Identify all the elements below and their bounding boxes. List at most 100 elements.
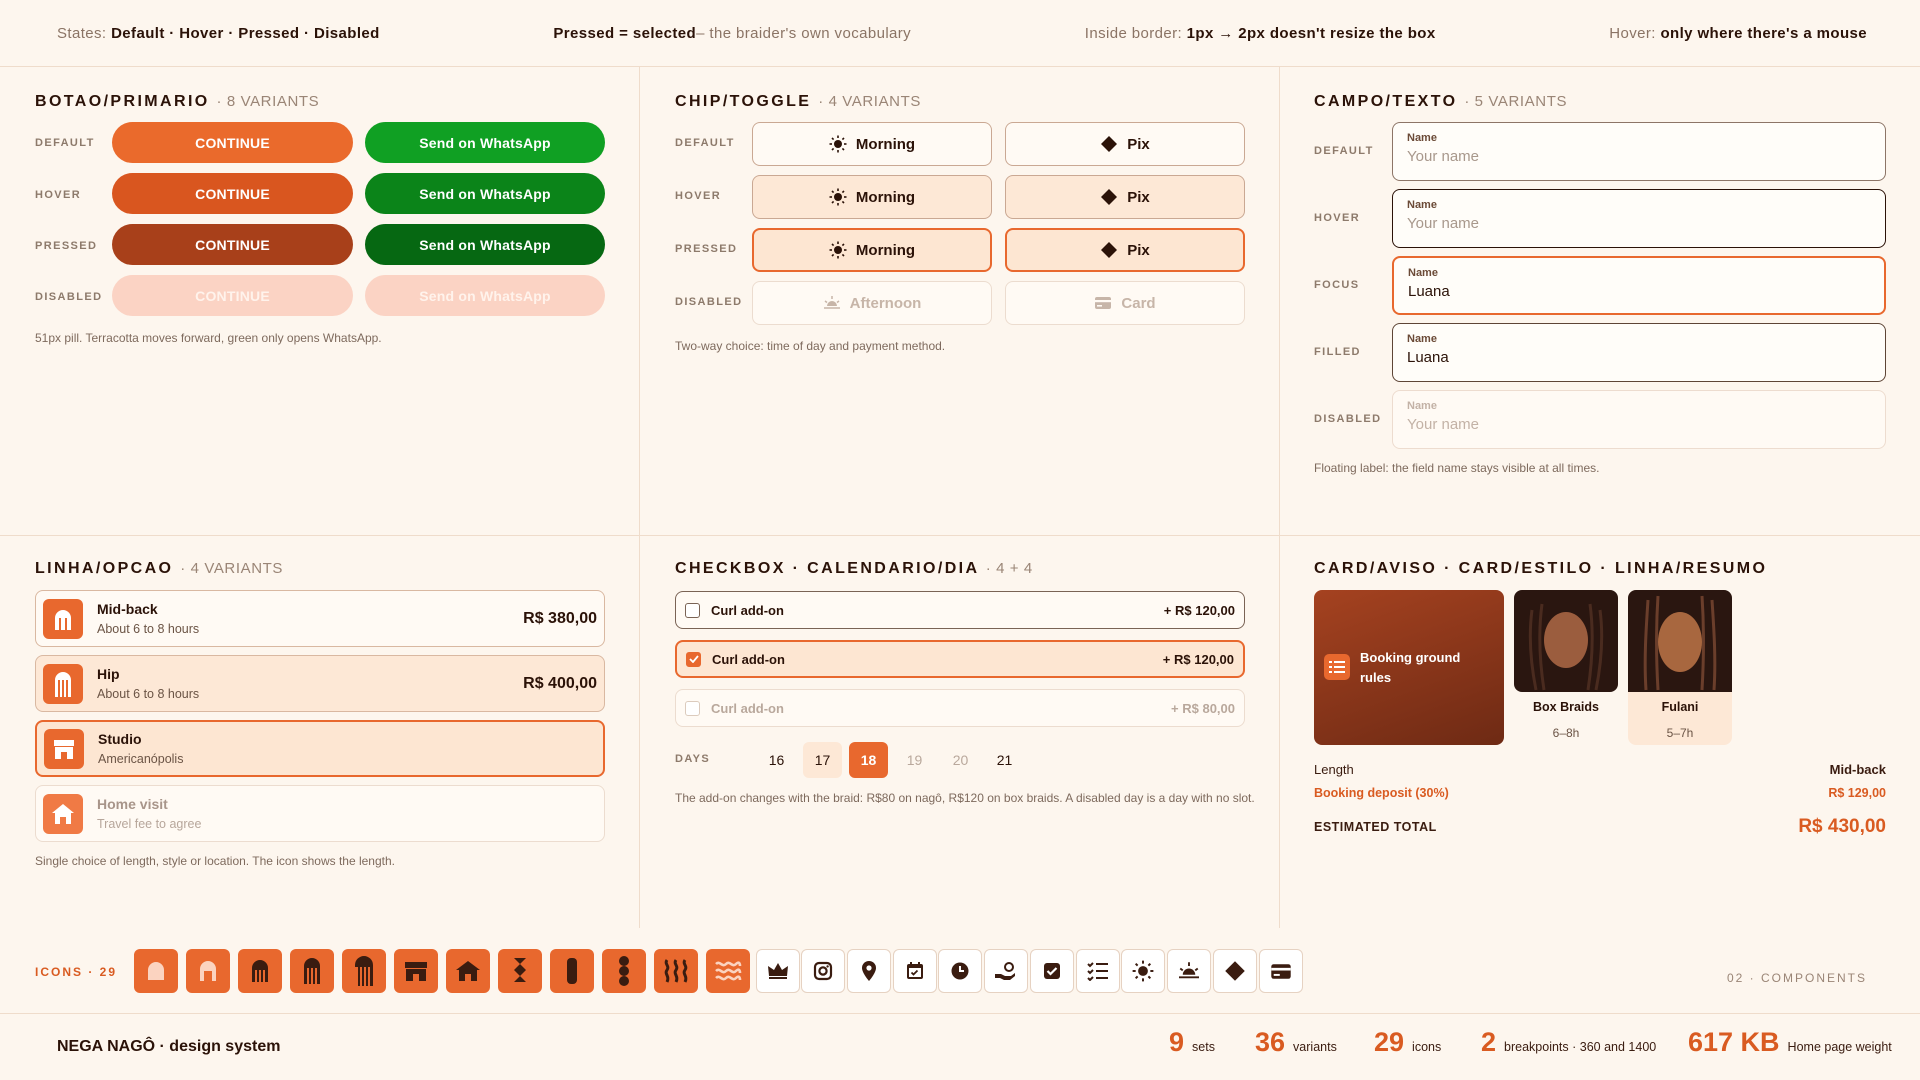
- chip-afternoon-disabled: Afternoon: [752, 281, 992, 325]
- whatsapp-button[interactable]: Send on WhatsApp: [365, 122, 605, 163]
- section-title: LINHA/OPCAO · 4 VARIANTS: [35, 560, 284, 577]
- location-pin-icon: [847, 949, 891, 993]
- brand-name: NEGA NAGÔ · design system: [57, 1038, 281, 1055]
- sunset-icon: [823, 296, 840, 309]
- option-price: R$ 400,00: [523, 674, 597, 692]
- day-button-hover[interactable]: 17: [803, 742, 842, 778]
- list-icon: [1324, 654, 1350, 680]
- summary-row-total: ESTIMATED TOTAL R$ 430,00: [1314, 816, 1886, 838]
- addon-checkbox[interactable]: Curl add-on + R$ 120,00: [675, 591, 1245, 629]
- aviso-text: Booking ground rules: [1360, 650, 1461, 685]
- option-row-mid-back[interactable]: Mid-back About 6 to 8 hours R$ 380,00: [35, 590, 605, 647]
- row-label: DEFAULT: [1314, 145, 1374, 157]
- pix-icon: [1213, 949, 1257, 993]
- pix-icon: [1101, 136, 1118, 152]
- divider: [1279, 67, 1280, 928]
- chip-morning-hover[interactable]: Morning: [752, 175, 992, 219]
- field-label: Name: [1407, 132, 1437, 144]
- summary-value: Mid-back: [1829, 762, 1886, 777]
- section-title: BOTAO/PRIMARIO · 8 VARIANTS: [35, 93, 320, 110]
- option-row-studio[interactable]: Studio Americanópolis: [35, 720, 605, 777]
- curl-icon: [706, 949, 750, 993]
- pix-icon: [1101, 242, 1118, 258]
- name-field-hover[interactable]: Name Your name: [1392, 189, 1886, 248]
- states-note: States: Default · Hover · Pressed · Disa…: [57, 24, 380, 42]
- option-subtitle: About 6 to 8 hours: [97, 687, 200, 701]
- field-placeholder: Your name: [1407, 416, 1479, 433]
- chip-morning[interactable]: Morning: [752, 122, 992, 166]
- chip-morning-pressed[interactable]: Morning: [752, 228, 992, 272]
- checkbox-box[interactable]: [685, 602, 700, 618]
- crown-icon: [756, 949, 800, 993]
- chip-pix-pressed[interactable]: Pix: [1005, 228, 1245, 272]
- whatsapp-button-pressed[interactable]: Send on WhatsApp: [365, 224, 605, 265]
- chip-section: CHIP/TOGGLE · 4 VARIANTS DEFAULT HOVER P…: [675, 93, 1245, 513]
- hover-note: Hover: only where there's a mouse: [1609, 24, 1867, 42]
- day-button-disabled: 20: [952, 752, 969, 768]
- chip-pix-hover[interactable]: Pix: [1005, 175, 1245, 219]
- divider: [639, 67, 640, 928]
- field-placeholder: Your name: [1407, 148, 1479, 165]
- chip-label: Morning: [855, 188, 916, 206]
- twist-icon: [550, 949, 594, 993]
- length-mid-back-icon: [290, 949, 334, 993]
- name-field-filled[interactable]: Name Luana: [1392, 323, 1886, 382]
- checkbox-box[interactable]: [686, 651, 701, 667]
- continue-button-pressed[interactable]: CONTINUE: [112, 224, 353, 265]
- clock-icon: [938, 949, 982, 993]
- name-field[interactable]: Name Your name: [1392, 122, 1886, 181]
- botao-section: BOTAO/PRIMARIO · 8 VARIANTS DEFAULT HOVE…: [35, 93, 605, 513]
- chip-label: Pix: [1127, 241, 1150, 259]
- checkbox-price: + R$ 80,00: [1171, 700, 1235, 716]
- length-hip-icon: [43, 663, 83, 704]
- stat-page-weight: 617 KB Home page weight: [1688, 1027, 1892, 1057]
- option-subtitle: Americanópolis: [98, 752, 184, 766]
- chip-label: Afternoon: [849, 294, 922, 312]
- field-label: Name: [1407, 400, 1437, 412]
- section-title: CAMPO/TEXTO · 5 VARIANTS: [1314, 93, 1568, 110]
- continue-button-hover[interactable]: CONTINUE: [112, 173, 353, 214]
- length-chin-icon: [186, 949, 230, 993]
- addon-checkbox-disabled: Curl add-on + R$ 80,00: [675, 689, 1245, 727]
- knotless-icon: [602, 949, 646, 993]
- instagram-icon: [801, 949, 845, 993]
- summary-value: R$ 129,00: [1828, 786, 1886, 800]
- checkbox-icon: [1030, 949, 1074, 993]
- divider: [0, 535, 1920, 536]
- section-note: Single choice of length, style or locati…: [35, 854, 395, 868]
- day-button[interactable]: 21: [985, 742, 1024, 778]
- row-label: HOVER: [35, 189, 82, 201]
- continue-button[interactable]: CONTINUE: [112, 122, 353, 163]
- option-title: Studio: [98, 731, 142, 747]
- style-card-fulani[interactable]: Fulani 5–7h: [1628, 590, 1732, 745]
- stat-variants: 36 variants: [1255, 1027, 1337, 1057]
- card-section: CARD/AVISO · CARD/ESTILO · LINHA/RESUMO …: [1314, 560, 1886, 900]
- chip-label: Morning: [855, 135, 916, 153]
- card-icon: [1095, 297, 1112, 309]
- style-photo: [1628, 590, 1732, 692]
- summary-label: Booking deposit (30%): [1314, 786, 1449, 800]
- footer: NEGA NAGÔ · design system 9 sets 36 varian…: [0, 1015, 1920, 1080]
- row-label: FOCUS: [1314, 279, 1360, 291]
- day-button-selected[interactable]: 18: [849, 742, 888, 778]
- row-label: DISABLED: [35, 291, 103, 303]
- day-button[interactable]: 16: [757, 742, 796, 778]
- studio-icon: [394, 949, 438, 993]
- name-field-focus[interactable]: Name Luana: [1392, 256, 1886, 315]
- style-card-box-braids[interactable]: Box Braids 6–8h: [1514, 590, 1618, 745]
- option-row-hip[interactable]: Hip About 6 to 8 hours R$ 400,00: [35, 655, 605, 712]
- whatsapp-button-hover[interactable]: Send on WhatsApp: [365, 173, 605, 214]
- sun-icon: [1121, 949, 1165, 993]
- section-title: CHIP/TOGGLE · 4 VARIANTS: [675, 93, 921, 110]
- checklist-icon: [1076, 949, 1120, 993]
- checkbox-price: + R$ 120,00: [1162, 651, 1234, 667]
- addon-checkbox-checked[interactable]: Curl add-on + R$ 120,00: [675, 640, 1245, 678]
- top-bar: States: Default · Hover · Pressed · Disa…: [0, 0, 1920, 67]
- aviso-card[interactable]: Booking ground rules: [1314, 590, 1504, 745]
- hand-money-icon: [984, 949, 1028, 993]
- check-icon: [688, 655, 699, 663]
- chip-label: Card: [1121, 294, 1156, 312]
- sunset-icon: [1167, 949, 1211, 993]
- option-title: Home visit: [97, 796, 168, 812]
- chip-pix[interactable]: Pix: [1005, 122, 1245, 166]
